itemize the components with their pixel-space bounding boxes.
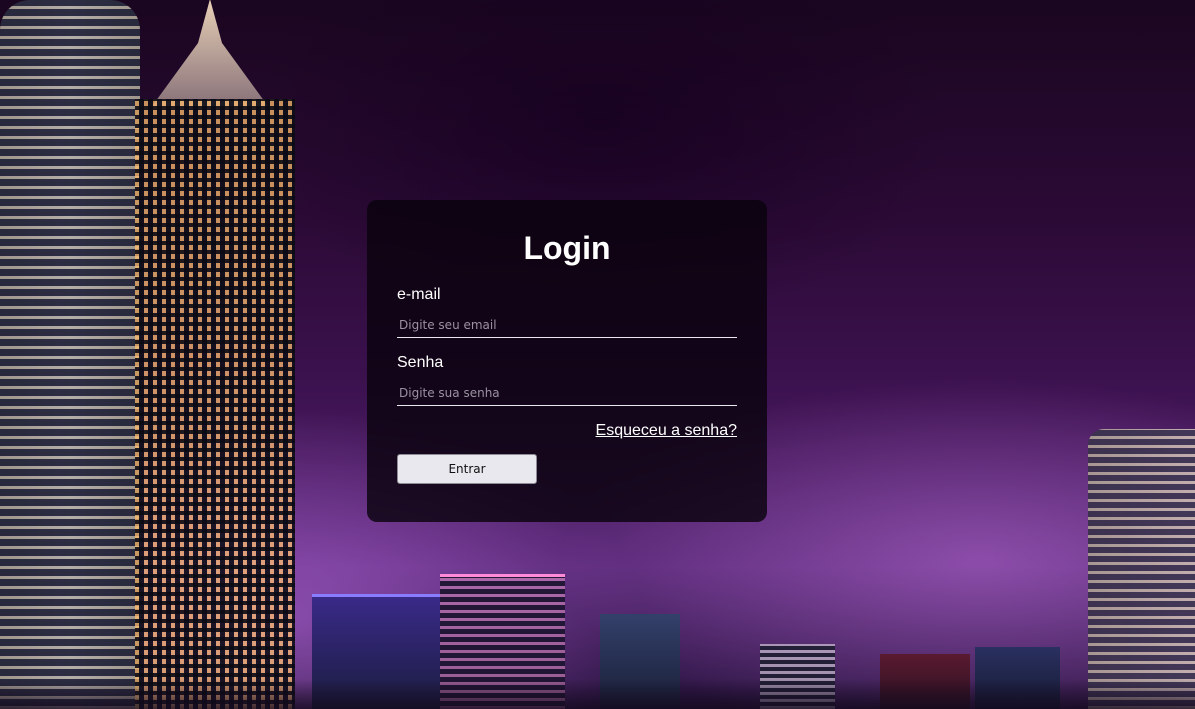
ground-shadow [0, 679, 1195, 709]
email-label: e-mail [397, 286, 441, 303]
password-field[interactable] [397, 380, 737, 406]
skyscraper-center-left [135, 99, 295, 709]
forgot-password-link[interactable]: Esqueceu a senha? [596, 422, 737, 439]
password-label: Senha [397, 354, 444, 371]
login-title: Login [523, 230, 611, 266]
login-form: Login e-mail Senha Esqueceu a senha? Ent… [367, 200, 767, 522]
skyscraper-right [1088, 429, 1195, 709]
skyscraper-left [0, 0, 140, 709]
forgot-password-row: Esqueceu a senha? [397, 422, 737, 440]
email-field[interactable] [397, 312, 737, 338]
login-page: Login e-mail Senha Esqueceu a senha? Ent… [0, 0, 1195, 709]
submit-button[interactable]: Entrar [397, 454, 537, 484]
